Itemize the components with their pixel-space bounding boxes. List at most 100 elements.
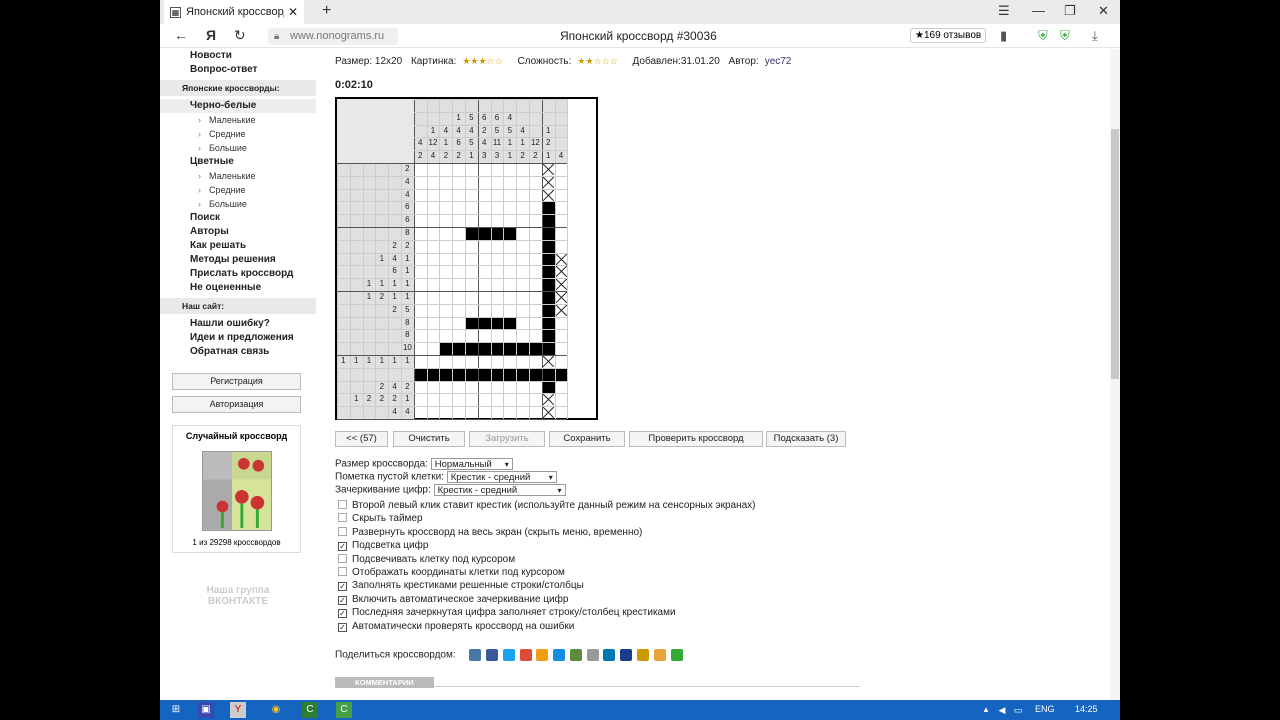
filled-cell[interactable]: [465, 227, 478, 240]
column-clue[interactable]: 5: [503, 125, 516, 138]
row-clue[interactable]: 1: [401, 291, 414, 304]
filled-cell[interactable]: [452, 342, 465, 355]
row-clue[interactable]: 8: [401, 329, 414, 342]
share-myspace-icon[interactable]: [620, 649, 633, 661]
filled-cell[interactable]: [541, 201, 555, 215]
row-clue[interactable]: 4: [388, 381, 401, 394]
crossed-cell[interactable]: [542, 176, 555, 189]
row-clue[interactable]: 4: [388, 406, 401, 419]
column-clue[interactable]: 4: [465, 125, 478, 138]
sidebar-item-authors[interactable]: Авторы: [160, 225, 316, 239]
column-clue[interactable]: 12: [427, 137, 440, 150]
filled-cell[interactable]: [541, 214, 555, 227]
protect-icon[interactable]: ⛨: [1038, 28, 1048, 44]
share-googleplus-icon[interactable]: [519, 649, 532, 661]
sidebar-item-color-large[interactable]: Большие: [160, 197, 316, 211]
row-clue[interactable]: 2: [375, 393, 388, 406]
filled-cell[interactable]: [541, 342, 555, 355]
filled-cell[interactable]: [541, 227, 555, 240]
random-crossword-box[interactable]: Случайный кроссворд 1 из 29298 кроссворд…: [172, 425, 301, 553]
url-field[interactable]: 🔒︎ www.nonograms.ru: [268, 28, 398, 45]
checkbox[interactable]: [338, 553, 347, 563]
row-clue[interactable]: 2: [401, 163, 414, 176]
sidebar-item-bw-small[interactable]: Маленькие: [160, 113, 316, 127]
option-checkbox[interactable]: ✓ Автоматически проверять кроссворд на ош…: [338, 621, 574, 632]
option-checkbox[interactable]: ✓ Подсветка цифр: [338, 540, 428, 552]
column-clue[interactable]: 2: [414, 150, 427, 163]
row-clue[interactable]: 2: [388, 393, 401, 406]
option-checkbox[interactable]: Развернуть кроссворд на весь экран (скры…: [338, 526, 642, 538]
filled-cell[interactable]: [541, 329, 555, 343]
menu-icon[interactable]: ☰: [998, 3, 1010, 19]
row-clue[interactable]: 1: [401, 278, 414, 291]
filled-cell[interactable]: [503, 367, 517, 381]
crossed-cell[interactable]: [555, 304, 568, 317]
share-vk-icon[interactable]: [469, 649, 482, 661]
row-clue[interactable]: 1: [337, 355, 350, 368]
column-clue[interactable]: 12: [529, 137, 542, 150]
scrollbar-thumb[interactable]: [1111, 129, 1119, 379]
taskbar-chrome-icon[interactable]: ◉: [268, 702, 284, 718]
filled-cell[interactable]: [477, 227, 491, 240]
crossed-cell[interactable]: [542, 393, 555, 406]
filled-cell[interactable]: [439, 342, 453, 355]
checkbox[interactable]: ✓: [338, 609, 347, 619]
tray-language[interactable]: ENG: [1035, 704, 1055, 714]
filled-cell[interactable]: [503, 227, 517, 240]
filled-cell[interactable]: [503, 316, 517, 330]
sidebar-item-bw-large[interactable]: Большие: [160, 141, 316, 155]
close-window-icon[interactable]: ✕: [1098, 3, 1109, 19]
column-clue[interactable]: 2: [516, 150, 529, 163]
new-tab-icon[interactable]: +: [322, 2, 331, 20]
filled-cell[interactable]: [490, 342, 504, 355]
filled-cell[interactable]: [490, 316, 504, 330]
share-odnoklassniki-icon[interactable]: [536, 649, 549, 661]
filled-cell[interactable]: [413, 367, 427, 381]
row-clue[interactable]: 4: [401, 406, 414, 419]
checkbox[interactable]: [338, 526, 347, 536]
row-clue[interactable]: 6: [401, 201, 414, 214]
column-clue[interactable]: 1: [516, 137, 529, 150]
option-checkbox[interactable]: ✓ Заполнять крестиками решенные строки/ст…: [338, 580, 584, 592]
filled-cell[interactable]: [541, 278, 555, 291]
row-clue[interactable]: 1: [388, 355, 401, 368]
clear-button[interactable]: Очистить: [393, 431, 465, 447]
row-clue[interactable]: 4: [401, 176, 414, 189]
column-clue[interactable]: 3: [478, 150, 491, 163]
option-checkbox[interactable]: Второй левый клик ставит крестик (исполь…: [338, 500, 755, 511]
back-arrow-icon[interactable]: ←: [174, 27, 188, 43]
row-clue[interactable]: 2: [401, 240, 414, 253]
row-clue[interactable]: 2: [401, 381, 414, 394]
column-clue[interactable]: 4: [516, 125, 529, 138]
row-clue[interactable]: 5: [401, 304, 414, 317]
row-clue[interactable]: 4: [388, 253, 401, 266]
column-clue[interactable]: 11: [491, 137, 504, 150]
sidebar-item-color-small[interactable]: Маленькие: [160, 169, 316, 183]
tray-speaker-icon[interactable]: ◀: [994, 702, 1010, 718]
filled-cell[interactable]: [541, 291, 555, 304]
share-livejournal-icon[interactable]: [637, 649, 650, 661]
column-clue[interactable]: 1: [452, 112, 465, 125]
download-icon[interactable]: ⤓: [1092, 28, 1098, 44]
checkbox[interactable]: ✓: [338, 582, 347, 592]
column-clue[interactable]: 2: [452, 150, 465, 163]
row-clue[interactable]: 1: [375, 355, 388, 368]
author-link[interactable]: yec72: [765, 56, 792, 67]
load-button[interactable]: Загрузить: [469, 431, 545, 447]
page-scrollbar[interactable]: [1110, 49, 1120, 700]
row-clue[interactable]: 1: [401, 393, 414, 406]
crossed-cell[interactable]: [555, 278, 568, 291]
column-clue[interactable]: 4: [555, 150, 568, 163]
row-clue[interactable]: 10: [401, 342, 414, 355]
option-checkbox[interactable]: Скрыть таймер: [338, 513, 423, 524]
tray-clock[interactable]: 14:25: [1075, 704, 1098, 714]
restore-icon[interactable]: ❐: [1064, 3, 1076, 19]
sidebar-item-found-error[interactable]: Нашли ошибку?: [160, 317, 316, 331]
sidebar-item-how-to[interactable]: Как решать: [160, 239, 316, 253]
filled-cell[interactable]: [452, 367, 465, 381]
filled-cell[interactable]: [477, 316, 491, 330]
sidebar-item-bw[interactable]: Черно-белые: [160, 99, 316, 113]
row-clue[interactable]: 1: [401, 253, 414, 266]
filled-cell[interactable]: [529, 367, 542, 381]
checkbox[interactable]: [338, 513, 347, 523]
